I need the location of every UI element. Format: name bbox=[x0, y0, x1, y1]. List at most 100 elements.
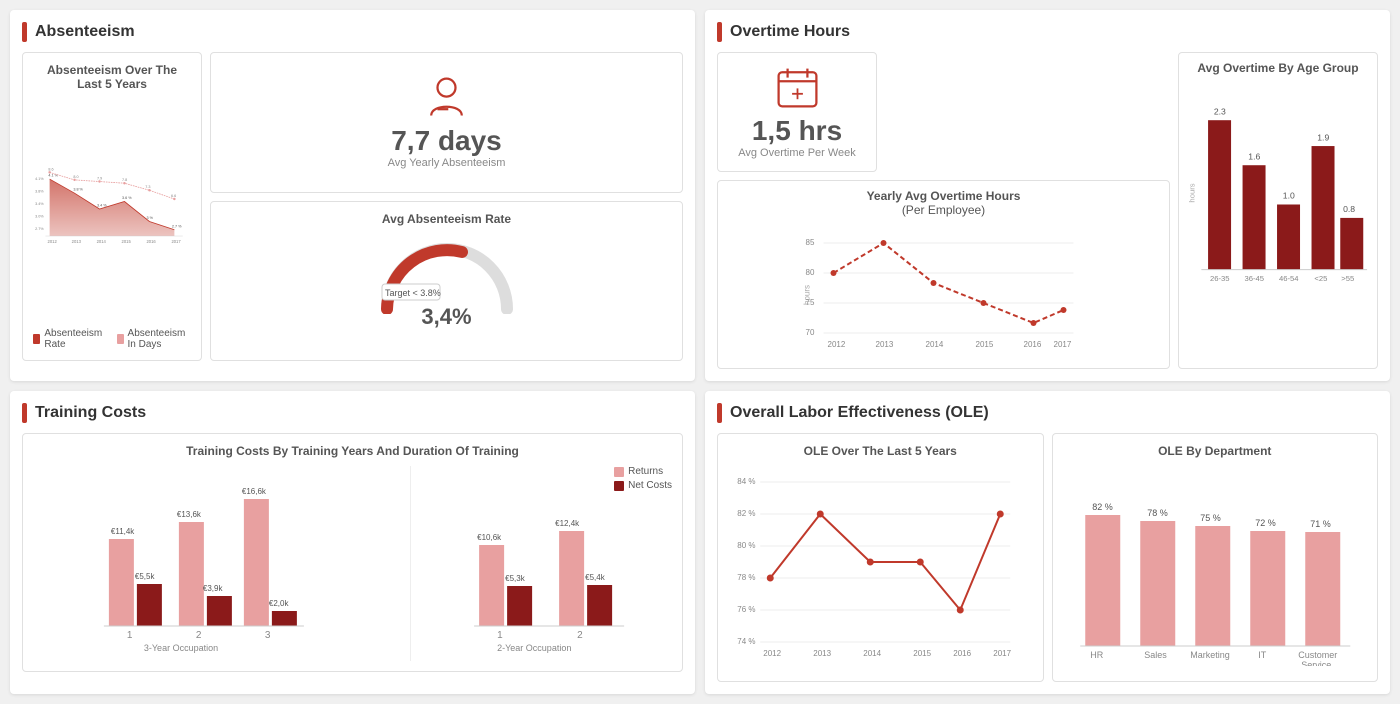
svg-text:€13,6k: €13,6k bbox=[177, 510, 202, 519]
svg-text:2013: 2013 bbox=[72, 239, 82, 244]
svg-text:2013: 2013 bbox=[813, 649, 831, 658]
svg-text:78 %: 78 % bbox=[737, 573, 755, 582]
ole-bar-title: OLE By Department bbox=[1063, 444, 1368, 458]
svg-text:2014: 2014 bbox=[97, 239, 107, 244]
absenteeism-svg: 4.1% 3.8% 3.4% 3.0% 2.7% 4.1 % 3.8 % 3.4… bbox=[33, 99, 191, 319]
svg-text:<25: <25 bbox=[1314, 274, 1327, 283]
gauge-visual: Target < 3.8% bbox=[377, 234, 517, 314]
svg-text:Customer: Customer bbox=[1298, 650, 1337, 660]
svg-text:3-Year Occupation: 3-Year Occupation bbox=[144, 643, 218, 653]
svg-text:82 %: 82 % bbox=[1092, 502, 1113, 512]
legend-rate-icon bbox=[33, 334, 40, 344]
svg-text:2013: 2013 bbox=[876, 340, 894, 349]
svg-text:74 %: 74 % bbox=[737, 637, 755, 646]
svg-text:1: 1 bbox=[127, 630, 133, 641]
svg-text:2012: 2012 bbox=[828, 340, 846, 349]
svg-text:4.1 %: 4.1 % bbox=[48, 174, 58, 178]
svg-text:46-54: 46-54 bbox=[1279, 274, 1299, 283]
two-year-svg: €10,6k €5,3k €12,4k €5,4k 1 2 2-Y bbox=[426, 466, 672, 656]
overtime-line-svg: 85 80 75 70 bbox=[726, 225, 1161, 355]
svg-text:80 %: 80 % bbox=[737, 541, 755, 550]
svg-text:2: 2 bbox=[196, 630, 202, 641]
svg-text:2.7%: 2.7% bbox=[35, 227, 44, 231]
svg-text:8.6: 8.6 bbox=[48, 167, 53, 171]
svg-text:€5,3k: €5,3k bbox=[505, 574, 526, 583]
overtime-bar-svg: hours 2.3 1.6 1.0 1.9 0.8 bbox=[1187, 83, 1369, 303]
svg-text:85: 85 bbox=[806, 238, 815, 247]
svg-text:7.3: 7.3 bbox=[145, 185, 150, 189]
svg-text:2015: 2015 bbox=[976, 340, 994, 349]
svg-text:3.8%: 3.8% bbox=[35, 189, 44, 193]
legend-days-icon bbox=[117, 334, 124, 344]
two-year-chart: €10,6k €5,3k €12,4k €5,4k 1 2 2-Y bbox=[416, 466, 672, 661]
svg-text:82 %: 82 % bbox=[737, 509, 755, 518]
training-chart-title: Training Costs By Training Years And Dur… bbox=[33, 444, 672, 458]
overtime-metric-box: 1,5 hrs Avg Overtime Per Week bbox=[717, 52, 877, 172]
svg-text:€11,4k: €11,4k bbox=[111, 527, 135, 536]
svg-text:HR: HR bbox=[1090, 650, 1103, 660]
absenteeism-chart: Absenteeism Over The Last 5 Years 4.1% 3… bbox=[22, 52, 202, 361]
overtime-line-title: Yearly Avg Overtime Hours (Per Employee) bbox=[726, 189, 1161, 217]
absenteeism-section: Absenteeism 7,7 days Avg Yearly Absentee… bbox=[10, 10, 695, 381]
svg-text:7.8: 7.8 bbox=[122, 178, 127, 182]
calendar-icon bbox=[775, 65, 820, 110]
svg-text:2016: 2016 bbox=[953, 649, 971, 658]
legend-net-icon bbox=[614, 481, 624, 491]
svg-text:3.8 %: 3.8 % bbox=[73, 188, 83, 192]
gauge-svg: Target < 3.8% bbox=[377, 234, 517, 314]
legend-rate: Absenteeism Rate bbox=[33, 328, 105, 350]
ole-line-chart: OLE Over The Last 5 Years 84 % 82 % 80 %… bbox=[717, 433, 1044, 682]
dashboard: Absenteeism 7,7 days Avg Yearly Absentee… bbox=[10, 10, 1390, 694]
absenteeism-sub: Avg Yearly Absenteeism bbox=[388, 157, 506, 169]
svg-text:€16,6k: €16,6k bbox=[242, 487, 267, 496]
overtime-title: Overtime Hours bbox=[717, 22, 1378, 42]
svg-text:75 %: 75 % bbox=[1200, 513, 1221, 523]
svg-text:€3,9k: €3,9k bbox=[203, 584, 224, 593]
svg-text:2015: 2015 bbox=[122, 239, 132, 244]
svg-text:Service: Service bbox=[1301, 660, 1331, 666]
svg-text:2017: 2017 bbox=[1054, 340, 1072, 349]
svg-text:2014: 2014 bbox=[863, 649, 881, 658]
overtime-value: 1,5 hrs bbox=[752, 115, 842, 147]
red-bar-training-icon bbox=[22, 403, 27, 423]
svg-text:hours: hours bbox=[1188, 183, 1197, 202]
svg-text:2016: 2016 bbox=[1024, 340, 1042, 349]
ole-title: Overall Labor Effectiveness (OLE) bbox=[717, 403, 1378, 423]
overtime-line-chart: Yearly Avg Overtime Hours (Per Employee)… bbox=[717, 180, 1170, 369]
ole-content: OLE Over The Last 5 Years 84 % 82 % 80 %… bbox=[717, 433, 1378, 682]
chart-divider bbox=[410, 466, 411, 661]
absenteeism-metric-box: 7,7 days Avg Yearly Absenteeism bbox=[210, 52, 683, 193]
svg-text:3.4 %: 3.4 % bbox=[97, 204, 107, 208]
red-bar-ole-icon bbox=[717, 403, 722, 423]
svg-text:Sales: Sales bbox=[1144, 650, 1167, 660]
absenteeism-legend: Absenteeism Rate Absenteeism In Days bbox=[33, 328, 191, 350]
svg-text:8.0: 8.0 bbox=[73, 175, 78, 179]
training-charts-wrapper: Returns Net Costs bbox=[33, 466, 672, 661]
svg-text:78 %: 78 % bbox=[1147, 508, 1168, 518]
absenteeism-title: Absenteeism bbox=[22, 22, 683, 42]
overtime-section: Overtime Hours 1,5 hrs Avg Overtime Per … bbox=[705, 10, 1390, 381]
absenteeism-content: 7,7 days Avg Yearly Absenteeism Absentee… bbox=[22, 52, 683, 361]
legend-days: Absenteeism In Days bbox=[117, 328, 191, 350]
svg-text:2014: 2014 bbox=[926, 340, 944, 349]
svg-text:84 %: 84 % bbox=[737, 477, 755, 486]
person-minus-icon bbox=[424, 75, 469, 120]
svg-text:36-45: 36-45 bbox=[1244, 274, 1264, 283]
svg-text:3 %: 3 % bbox=[147, 216, 154, 220]
svg-text:>55: >55 bbox=[1341, 274, 1354, 283]
svg-text:76 %: 76 % bbox=[737, 605, 755, 614]
svg-text:0.8: 0.8 bbox=[1343, 204, 1355, 214]
svg-text:70: 70 bbox=[806, 328, 815, 337]
svg-text:€2,0k: €2,0k bbox=[269, 599, 290, 608]
svg-text:2-Year Occupation: 2-Year Occupation bbox=[497, 643, 571, 653]
training-legend: Returns Net Costs bbox=[614, 466, 672, 491]
training-chart-box: Training Costs By Training Years And Dur… bbox=[22, 433, 683, 672]
ole-bar-svg: 82 % 78 % 75 % 72 % 71 % HR Sales Market… bbox=[1063, 466, 1368, 666]
svg-text:Target < 3.8%: Target < 3.8% bbox=[385, 288, 441, 298]
svg-text:1.0: 1.0 bbox=[1283, 191, 1295, 201]
svg-text:6.6: 6.6 bbox=[171, 194, 176, 198]
overtime-bar-title: Avg Overtime By Age Group bbox=[1187, 61, 1369, 75]
svg-text:2.7 %: 2.7 % bbox=[172, 224, 182, 228]
ole-bar-chart: OLE By Department 82 % 78 % 75 % 72 % 71… bbox=[1052, 433, 1379, 682]
absenteeism-chart-title: Absenteeism Over The Last 5 Years bbox=[33, 63, 191, 91]
